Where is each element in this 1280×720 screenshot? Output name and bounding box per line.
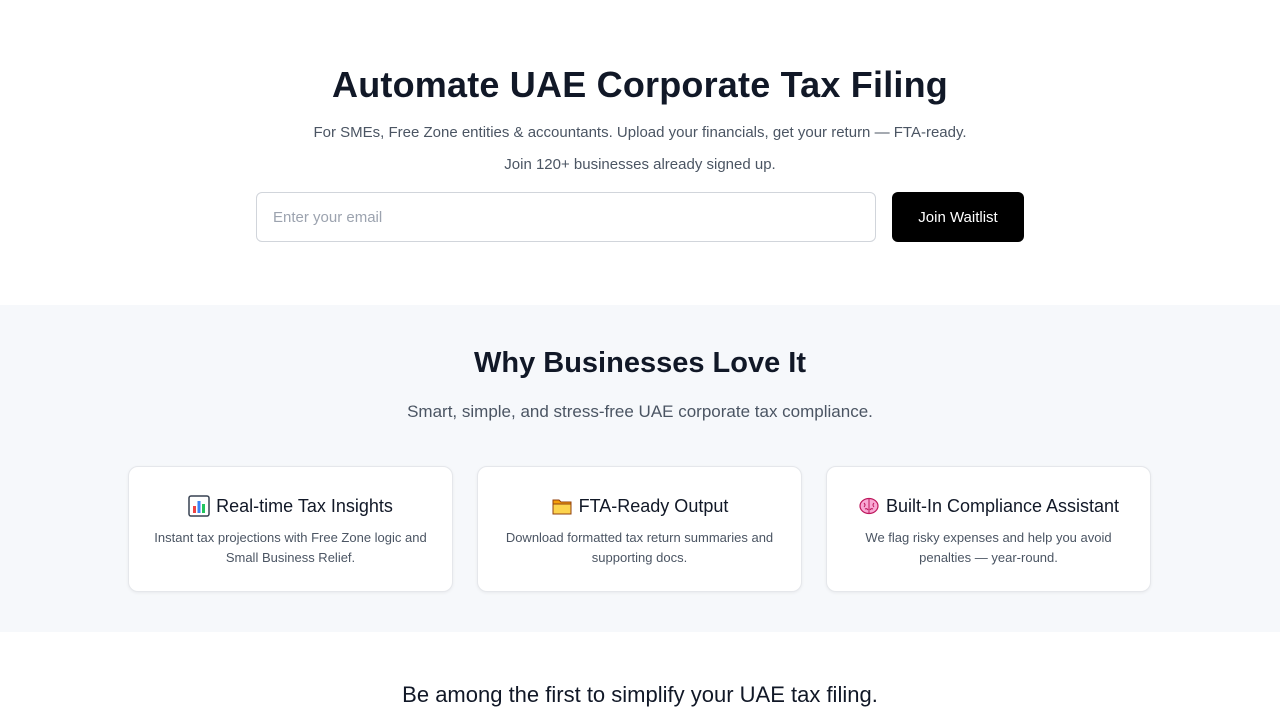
- bar-chart-icon: [188, 495, 210, 517]
- feature-card-title: FTA-Ready Output: [578, 495, 729, 516]
- feature-card-title: Built-In Compliance Assistant: [885, 495, 1120, 516]
- cta-section: Be among the first to simplify your UAE …: [0, 632, 1280, 720]
- hero-subtitle: For SMEs, Free Zone entities & accountan…: [313, 124, 967, 141]
- feature-card-description: Download formatted tax return summaries …: [505, 530, 774, 565]
- features-section: Why Businesses Love It Smart, simple, an…: [0, 305, 1280, 632]
- join-waitlist-button[interactable]: Join Waitlist: [892, 192, 1024, 242]
- feature-card: FTA-Ready Output Download formatted tax …: [477, 466, 802, 592]
- feature-card-description: Instant tax projections with Free Zone l…: [154, 530, 427, 565]
- hero-title: Automate UAE Corporate Tax Filing: [332, 64, 948, 105]
- signup-count: Join 120+ businesses already signed up.: [504, 156, 776, 173]
- hero-section: Automate UAE Corporate Tax Filing For SM…: [0, 0, 1280, 305]
- feature-card: Real-time Tax Insights Instant tax proje…: [128, 466, 453, 592]
- feature-card: Built-In Compliance Assistant We flag ri…: [826, 466, 1151, 592]
- cta-title: Be among the first to simplify your UAE …: [402, 682, 878, 707]
- feature-card-header: FTA-Ready Output: [478, 495, 801, 517]
- feature-card-header: Built-In Compliance Assistant: [827, 495, 1150, 517]
- folder-icon: [551, 495, 573, 517]
- features-title: Why Businesses Love It: [474, 347, 806, 379]
- email-input[interactable]: [256, 192, 876, 242]
- feature-card-description: We flag risky expenses and help you avoi…: [865, 530, 1112, 565]
- features-subtitle: Smart, simple, and stress-free UAE corpo…: [407, 402, 873, 421]
- feature-card-title: Real-time Tax Insights: [216, 495, 393, 516]
- feature-card-header: Real-time Tax Insights: [129, 495, 452, 517]
- brain-icon: [858, 495, 880, 517]
